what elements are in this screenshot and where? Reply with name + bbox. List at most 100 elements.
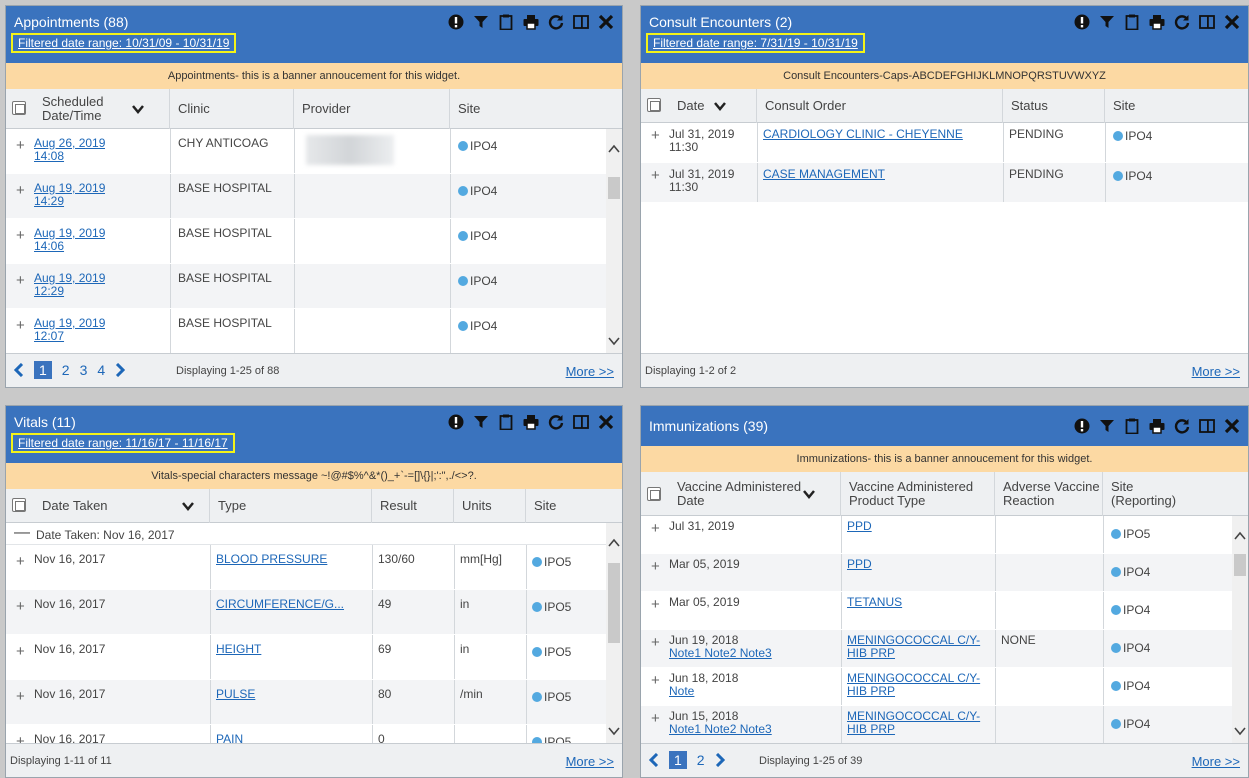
table-row[interactable]: + Nov 16, 2017 BLOOD PRESSURE 130/60 mm[Hg] I… xyxy=(6,545,606,590)
expand-row-icon[interactable]: + xyxy=(16,137,25,154)
consult-order-link[interactable]: CARDIOLOGY CLINIC - CHEYENNE xyxy=(763,128,963,141)
filtered-date-range-link[interactable]: Filtered date range: 7/31/19 - 10/31/19 xyxy=(646,33,865,53)
close-icon[interactable] xyxy=(598,14,614,30)
chevron-right-icon[interactable] xyxy=(715,753,725,767)
scroll-up-icon[interactable] xyxy=(608,143,620,153)
column-header-consult-order[interactable]: Consult Order xyxy=(757,89,1003,123)
product-type-link[interactable]: PPD xyxy=(847,558,987,571)
column-header-result[interactable]: Result xyxy=(372,489,454,523)
clipboard-icon[interactable] xyxy=(498,414,514,430)
column-header-scheduled-date[interactable]: Scheduled Date/Time xyxy=(34,89,170,129)
expand-row-icon[interactable]: + xyxy=(651,127,660,144)
scrollbar-thumb[interactable] xyxy=(1234,554,1246,576)
expand-all-icon[interactable] xyxy=(647,487,661,501)
product-type-link[interactable]: MENINGOCOCCAL C/Y-HIB PRP xyxy=(847,634,987,660)
table-row[interactable]: + Nov 16, 2017 HEIGHT 69 in IPO5 xyxy=(6,635,606,680)
scroll-down-icon[interactable] xyxy=(608,335,620,346)
scrollbar-thumb[interactable] xyxy=(608,177,620,199)
close-icon[interactable] xyxy=(1224,418,1240,434)
chevron-left-icon[interactable] xyxy=(14,363,24,377)
column-header-date[interactable]: Date xyxy=(669,89,757,123)
vital-type-link[interactable]: PULSE xyxy=(216,688,368,701)
print-icon[interactable] xyxy=(1149,418,1165,434)
expand-row-icon[interactable]: + xyxy=(651,672,660,689)
expand-row-icon[interactable]: + xyxy=(16,643,25,660)
vertical-scrollbar[interactable] xyxy=(606,523,622,743)
table-row[interactable]: + Mar 05, 2019 TETANUS IPO4 xyxy=(641,592,1232,630)
vital-type-link[interactable]: BLOOD PRESSURE xyxy=(216,553,368,566)
vertical-scrollbar[interactable] xyxy=(606,129,622,353)
appointment-date-cell[interactable]: Aug 19, 2019 14:29 xyxy=(34,182,105,208)
info-icon[interactable] xyxy=(1074,418,1090,434)
page-link-1[interactable]: 1 xyxy=(669,751,687,769)
table-row[interactable]: + Jun 15, 2018 Note1 Note2 Note3 MENINGOCOC… xyxy=(641,706,1232,743)
filtered-date-range-link[interactable]: Filtered date range: 11/16/17 - 11/16/17 xyxy=(11,433,235,453)
table-row[interactable]: + Aug 26, 2019 14:08 CHY ANTICOAG IPO4 xyxy=(6,129,606,174)
vaccine-notes-links[interactable]: Note1 Note2 Note3 xyxy=(669,723,772,736)
resize-icon[interactable] xyxy=(573,14,589,30)
column-header-adverse-reaction[interactable]: Adverse Vaccine Reaction xyxy=(995,472,1103,516)
expand-all-icon[interactable] xyxy=(647,98,661,112)
expand-row-icon[interactable]: + xyxy=(16,227,25,244)
column-header-type[interactable]: Type xyxy=(210,489,372,523)
clipboard-icon[interactable] xyxy=(498,14,514,30)
column-header-site[interactable]: Site xyxy=(526,489,620,523)
appointment-time-link[interactable]: 14:29 xyxy=(34,195,105,208)
table-row[interactable]: + Jul 31, 2019 11:30 CARDIOLOGY CLINIC - CH… xyxy=(641,123,1248,163)
expand-row-icon[interactable]: + xyxy=(651,558,660,575)
more-link[interactable]: More >> xyxy=(1192,364,1240,379)
product-type-link[interactable]: MENINGOCOCCAL C/Y-HIB PRP xyxy=(847,672,987,698)
column-header-date-taken[interactable]: Date Taken xyxy=(34,489,210,523)
group-row[interactable]: — Date Taken: Nov 16, 2017 xyxy=(6,523,606,545)
appointment-date-cell[interactable]: Aug 19, 2019 14:06 xyxy=(34,227,105,253)
consult-order-link[interactable]: CASE MANAGEMENT xyxy=(763,168,885,181)
clipboard-icon[interactable] xyxy=(1124,418,1140,434)
close-icon[interactable] xyxy=(1224,14,1240,30)
appointment-time-link[interactable]: 14:08 xyxy=(34,150,105,163)
table-row[interactable]: + Jun 18, 2018 Note MENINGOCOCCAL C/Y-HIB P… xyxy=(641,668,1232,706)
info-icon[interactable] xyxy=(448,14,464,30)
expand-row-icon[interactable]: + xyxy=(16,317,25,334)
filter-icon[interactable] xyxy=(473,14,489,30)
print-icon[interactable] xyxy=(523,414,539,430)
expand-row-icon[interactable]: + xyxy=(16,272,25,289)
table-row[interactable]: + Aug 19, 2019 14:29 BASE HOSPITAL IPO4 xyxy=(6,174,606,219)
column-header-vaccine-date[interactable]: Vaccine Administered Date xyxy=(669,472,841,516)
table-row[interactable]: + Nov 16, 2017 PAIN 0 IPO5 xyxy=(6,725,606,743)
page-link-1[interactable]: 1 xyxy=(34,361,52,379)
close-icon[interactable] xyxy=(598,414,614,430)
appointment-date-cell[interactable]: Aug 26, 2019 14:08 xyxy=(34,137,105,163)
table-row[interactable]: + Aug 19, 2019 12:29 BASE HOSPITAL IPO4 xyxy=(6,264,606,309)
vital-type-link[interactable]: CIRCUMFERENCE/G... xyxy=(216,598,368,611)
vital-type-link[interactable]: HEIGHT xyxy=(216,643,368,656)
appointment-time-link[interactable]: 14:06 xyxy=(34,240,105,253)
refresh-icon[interactable] xyxy=(548,414,564,430)
chevron-left-icon[interactable] xyxy=(649,753,659,767)
scrollbar-thumb[interactable] xyxy=(608,563,620,643)
expand-row-icon[interactable]: + xyxy=(16,598,25,615)
expand-row-icon[interactable]: + xyxy=(16,733,25,743)
table-row[interactable]: + Aug 19, 2019 12:07 BASE HOSPITAL IPO4 xyxy=(6,309,606,353)
vaccine-notes-links[interactable]: Note xyxy=(669,685,738,698)
more-link[interactable]: More >> xyxy=(566,754,614,769)
info-icon[interactable] xyxy=(1074,14,1090,30)
scroll-down-icon[interactable] xyxy=(608,725,620,736)
page-link-3[interactable]: 3 xyxy=(80,362,88,378)
column-header-status[interactable]: Status xyxy=(1003,89,1105,123)
scroll-down-icon[interactable] xyxy=(1234,725,1246,736)
expand-row-icon[interactable]: + xyxy=(651,167,660,184)
table-row[interactable]: + Aug 19, 2019 14:06 BASE HOSPITAL IPO4 xyxy=(6,219,606,264)
expand-row-icon[interactable]: + xyxy=(16,182,25,199)
table-row[interactable]: + Nov 16, 2017 PULSE 80/min IPO5 xyxy=(6,680,606,725)
column-header-clinic[interactable]: Clinic xyxy=(170,89,294,129)
vital-type-link[interactable]: PAIN xyxy=(216,733,368,743)
vertical-scrollbar[interactable] xyxy=(1232,516,1248,743)
column-header-site[interactable]: Site xyxy=(1105,89,1245,123)
expand-row-icon[interactable]: + xyxy=(16,553,25,570)
filter-icon[interactable] xyxy=(1099,418,1115,434)
info-icon[interactable] xyxy=(448,414,464,430)
print-icon[interactable] xyxy=(523,14,539,30)
column-header-units[interactable]: Units xyxy=(454,489,526,523)
collapse-icon[interactable]: — xyxy=(14,524,30,542)
expand-row-icon[interactable]: + xyxy=(651,520,660,537)
